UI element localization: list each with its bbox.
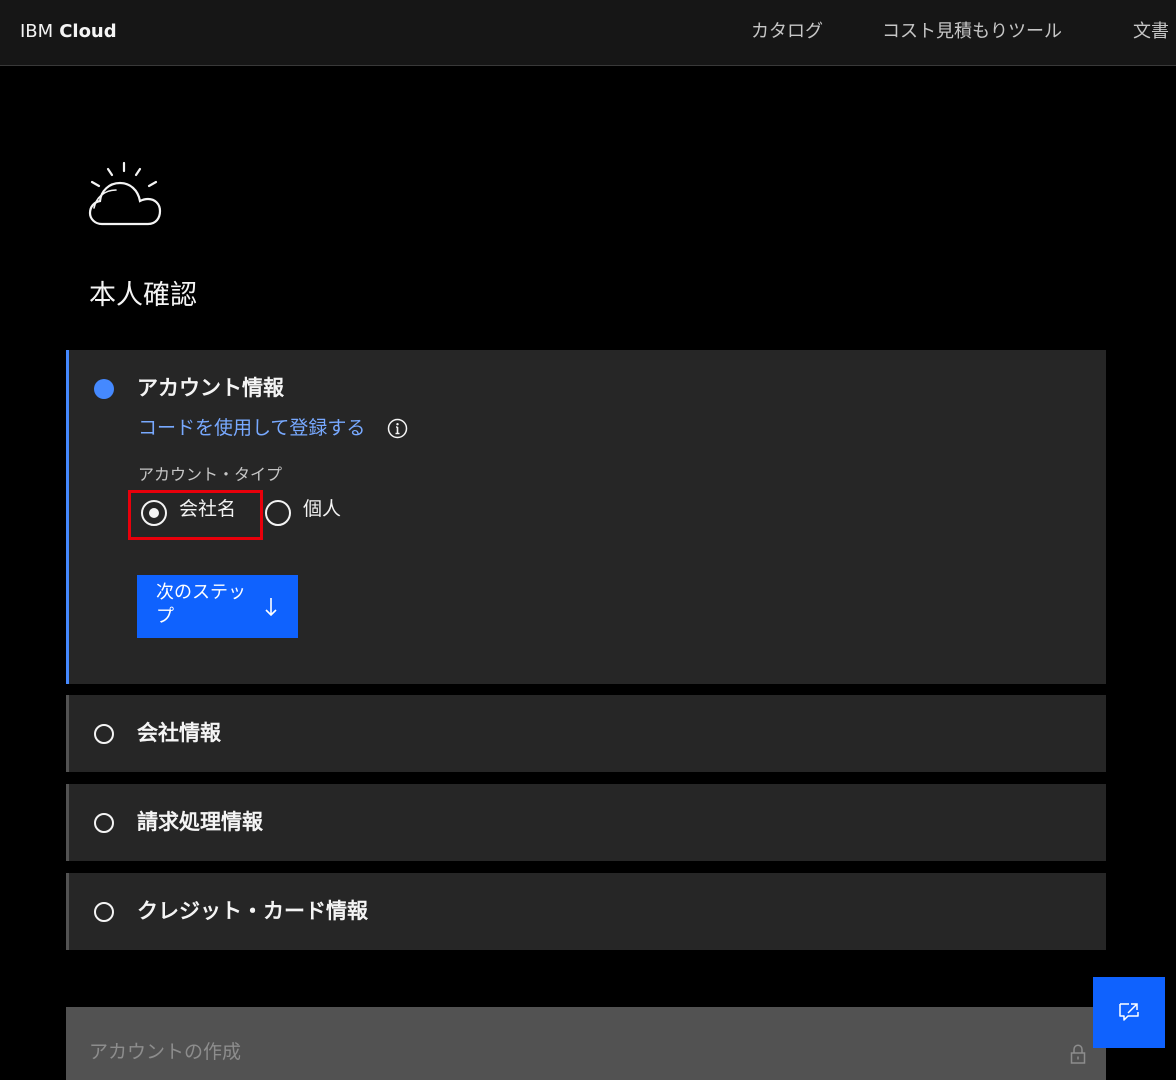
create-account-label: アカウントの作成 bbox=[89, 1041, 242, 1063]
create-account-button[interactable]: アカウントの作成 bbox=[66, 1007, 1106, 1080]
register-with-code-link[interactable]: コードを使用して登録する bbox=[138, 415, 365, 441]
nav-docs[interactable]: 文書 bbox=[1133, 19, 1169, 45]
step-billing-info[interactable]: 請求処理情報 bbox=[66, 784, 1106, 861]
page-title: 本人確認 bbox=[89, 280, 197, 311]
lock-icon bbox=[1070, 1044, 1086, 1064]
step-pending-indicator bbox=[94, 902, 114, 922]
next-step-label: 次のステップ bbox=[156, 582, 246, 627]
step-title: クレジット・カード情報 bbox=[137, 899, 368, 923]
nav-cost-estimator[interactable]: コスト見積もりツール bbox=[882, 19, 1062, 45]
radio-button-unselected[interactable] bbox=[265, 500, 291, 526]
ibm-cloud-logo-icon bbox=[88, 161, 162, 226]
step-pending-indicator bbox=[94, 724, 114, 744]
feedback-icon bbox=[1119, 1003, 1139, 1021]
brand-logo-text[interactable]: IBM Cloud bbox=[20, 20, 117, 44]
brand-name: Cloud bbox=[59, 21, 117, 42]
info-icon[interactable] bbox=[387, 418, 408, 439]
radio-personal-label[interactable]: 個人 bbox=[303, 496, 341, 522]
account-type-label: アカウント・タイプ bbox=[138, 465, 283, 484]
step-credit-card-info[interactable]: クレジット・カード情報 bbox=[66, 873, 1106, 950]
step-company-info[interactable]: 会社情報 bbox=[66, 695, 1106, 772]
arrow-down-icon bbox=[265, 598, 277, 617]
brand-prefix: IBM bbox=[20, 21, 54, 42]
top-header: IBM Cloud カタログ コスト見積もりツール 文書 bbox=[0, 0, 1176, 66]
step-pending-indicator bbox=[94, 813, 114, 833]
feedback-button[interactable] bbox=[1093, 977, 1165, 1048]
step-title: 請求処理情報 bbox=[137, 810, 263, 834]
selection-highlight-box bbox=[128, 490, 263, 540]
next-step-button[interactable]: 次のステップ bbox=[137, 575, 298, 638]
step-title: 会社情報 bbox=[137, 721, 221, 745]
step-title: アカウント情報 bbox=[137, 376, 284, 400]
nav-catalog[interactable]: カタログ bbox=[751, 19, 823, 45]
step-active-indicator bbox=[94, 379, 114, 399]
